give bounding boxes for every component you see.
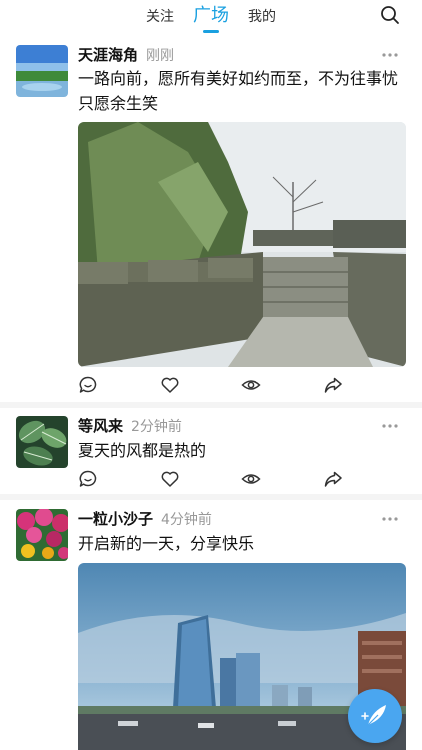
tab-mine[interactable]: 我的: [248, 6, 276, 26]
tab-square[interactable]: 广场: [193, 1, 229, 27]
username-text: 一粒小沙子: [78, 510, 154, 528]
username-text: 等风来: [78, 417, 124, 435]
avatar[interactable]: [16, 416, 68, 468]
active-tab-indicator: [203, 30, 219, 33]
post-time: 4分钟前: [161, 512, 212, 528]
post-username[interactable]: 一粒小沙子 4分钟前: [78, 508, 212, 529]
post-divider: [0, 494, 422, 500]
heart-icon[interactable]: [160, 469, 180, 489]
heart-icon[interactable]: [160, 375, 180, 395]
share-icon[interactable]: [323, 469, 343, 489]
eye-icon[interactable]: [241, 469, 261, 489]
post-username[interactable]: 等风来 2分钟前: [78, 415, 182, 436]
post-content[interactable]: 一路向前，愿所有美好如约而至，不为往事忧只愿余生笑: [78, 66, 400, 116]
post-content[interactable]: 开启新的一天，分享快乐: [78, 531, 400, 556]
post-time: 2分钟前: [131, 419, 182, 435]
top-tab-bar: 关注 广场 我的: [0, 0, 422, 40]
avatar[interactable]: [16, 509, 68, 561]
tab-following[interactable]: 关注: [146, 6, 174, 26]
username-text: 天涯海角: [78, 46, 139, 64]
post-divider: [0, 402, 422, 408]
share-icon[interactable]: [323, 375, 343, 395]
comment-icon[interactable]: [78, 375, 98, 395]
post-username[interactable]: 天涯海角 刚刚: [78, 44, 174, 65]
avatar[interactable]: [16, 45, 68, 97]
more-icon[interactable]: [380, 515, 400, 523]
search-icon[interactable]: [380, 5, 400, 25]
quill-icon: [361, 705, 386, 728]
post-image-castle-wall[interactable]: [78, 122, 406, 367]
more-icon[interactable]: [380, 422, 400, 430]
post-time: 刚刚: [146, 48, 175, 64]
comment-icon[interactable]: [78, 469, 98, 489]
post-content[interactable]: 夏天的风都是热的: [78, 438, 400, 463]
eye-icon[interactable]: [241, 375, 261, 395]
compose-button[interactable]: [348, 689, 402, 743]
more-icon[interactable]: [380, 51, 400, 59]
